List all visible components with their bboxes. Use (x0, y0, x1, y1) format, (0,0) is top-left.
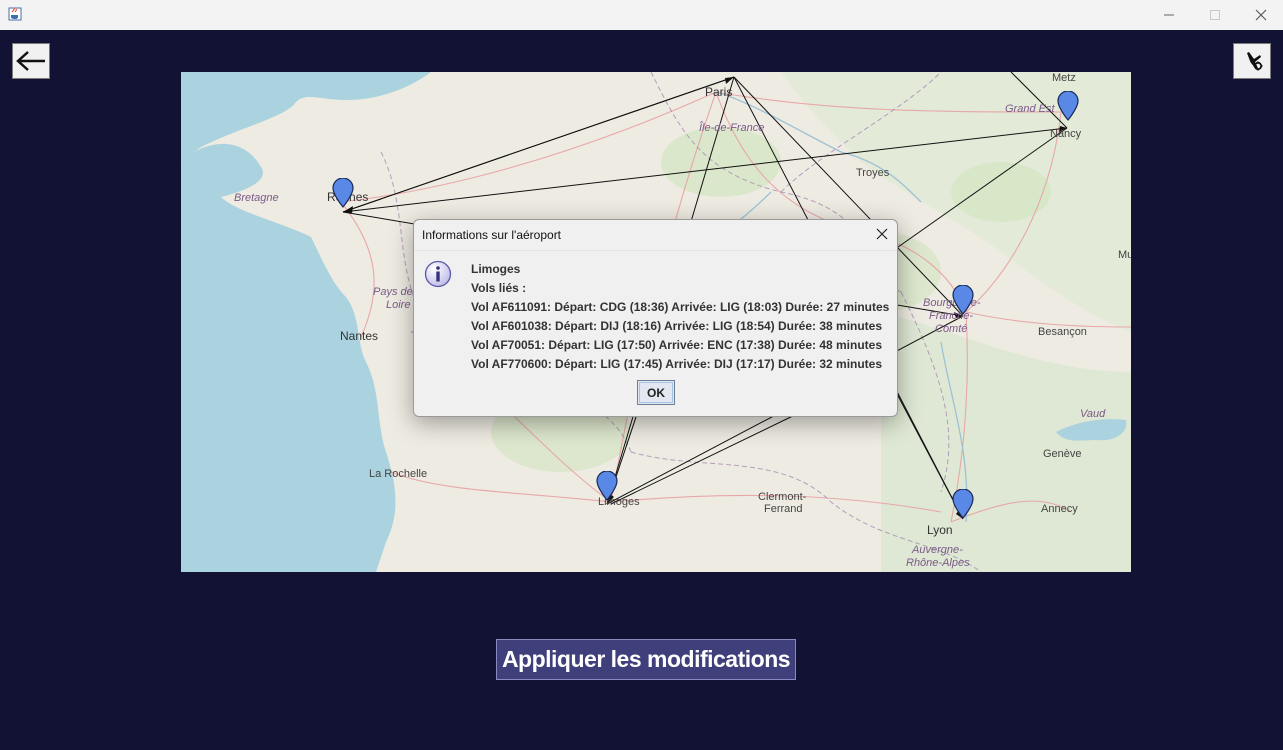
flight-entry: Vol AF611091: Départ: CDG (18:36) Arrivé… (471, 300, 890, 314)
city-label: Paris (705, 85, 733, 99)
airport-info-dialog: Informations sur l'aéroport Limoges Vols… (413, 219, 898, 417)
minimize-button[interactable] (1146, 0, 1192, 30)
back-button[interactable] (12, 43, 50, 79)
airport-pin-dijon[interactable] (952, 285, 974, 315)
region-label: Bretagne (234, 192, 279, 204)
region-label: Grand Est (1005, 103, 1055, 115)
flights-header: Vols liés : (471, 281, 527, 295)
region-label: Rhône-Alpes (906, 557, 970, 569)
city-label: Nancy (1050, 128, 1082, 140)
airport-pin-limoges[interactable] (596, 471, 618, 501)
city-label: Troyes (856, 167, 890, 179)
region-label: Auvergne- (912, 544, 963, 556)
airport-pin-rennes[interactable] (332, 178, 354, 208)
region-label: Pays de (373, 286, 413, 298)
close-window-button[interactable] (1238, 0, 1283, 30)
airport-pin-nancy[interactable] (1057, 91, 1079, 121)
city-label: Genève (1043, 448, 1082, 460)
minimize-icon (1164, 14, 1174, 16)
dialog-title: Informations sur l'aéroport (422, 228, 562, 242)
city-label: Ferrand (764, 503, 803, 515)
city-label: Besançon (1038, 326, 1087, 338)
java-coffee-icon (8, 7, 22, 21)
flight-entry: Vol AF601038: Départ: DIJ (18:16) Arrivé… (471, 319, 883, 333)
airplane-gear-icon (1241, 52, 1263, 71)
maximize-icon (1210, 10, 1220, 20)
region-label: Comté (935, 323, 968, 335)
region-label: Loire (386, 299, 411, 311)
close-icon (1255, 9, 1267, 21)
dialog-divider (414, 250, 897, 251)
city-label: La Rochelle (369, 468, 428, 480)
region-label: Vaud (1080, 408, 1106, 420)
city-label: Mu (1118, 249, 1131, 261)
ok-button[interactable]: OK (637, 380, 675, 405)
city-label: Nantes (340, 329, 379, 343)
city-label: Metz (1052, 72, 1076, 84)
arrow-left-icon (16, 51, 45, 71)
flight-entry: Vol AF70051: Départ: LIG (17:50) Arrivée… (471, 338, 883, 352)
airport-settings-button[interactable] (1233, 43, 1271, 79)
flight-entry: Vol AF770600: Départ: LIG (17:45) Arrivé… (471, 357, 883, 371)
region-label: Île-de-France (699, 122, 765, 134)
airport-name: Limoges (471, 262, 521, 276)
info-icon (424, 260, 452, 288)
city-label: Annecy (1041, 503, 1078, 515)
close-icon[interactable] (874, 226, 890, 242)
city-label: Lyon (927, 523, 953, 537)
window-titlebar (0, 0, 1283, 30)
city-label: Clermont- (758, 491, 807, 503)
apply-changes-button[interactable]: Appliquer les modifications (496, 639, 796, 680)
maximize-button[interactable] (1192, 0, 1238, 30)
airport-pin-lyon[interactable] (952, 489, 974, 519)
